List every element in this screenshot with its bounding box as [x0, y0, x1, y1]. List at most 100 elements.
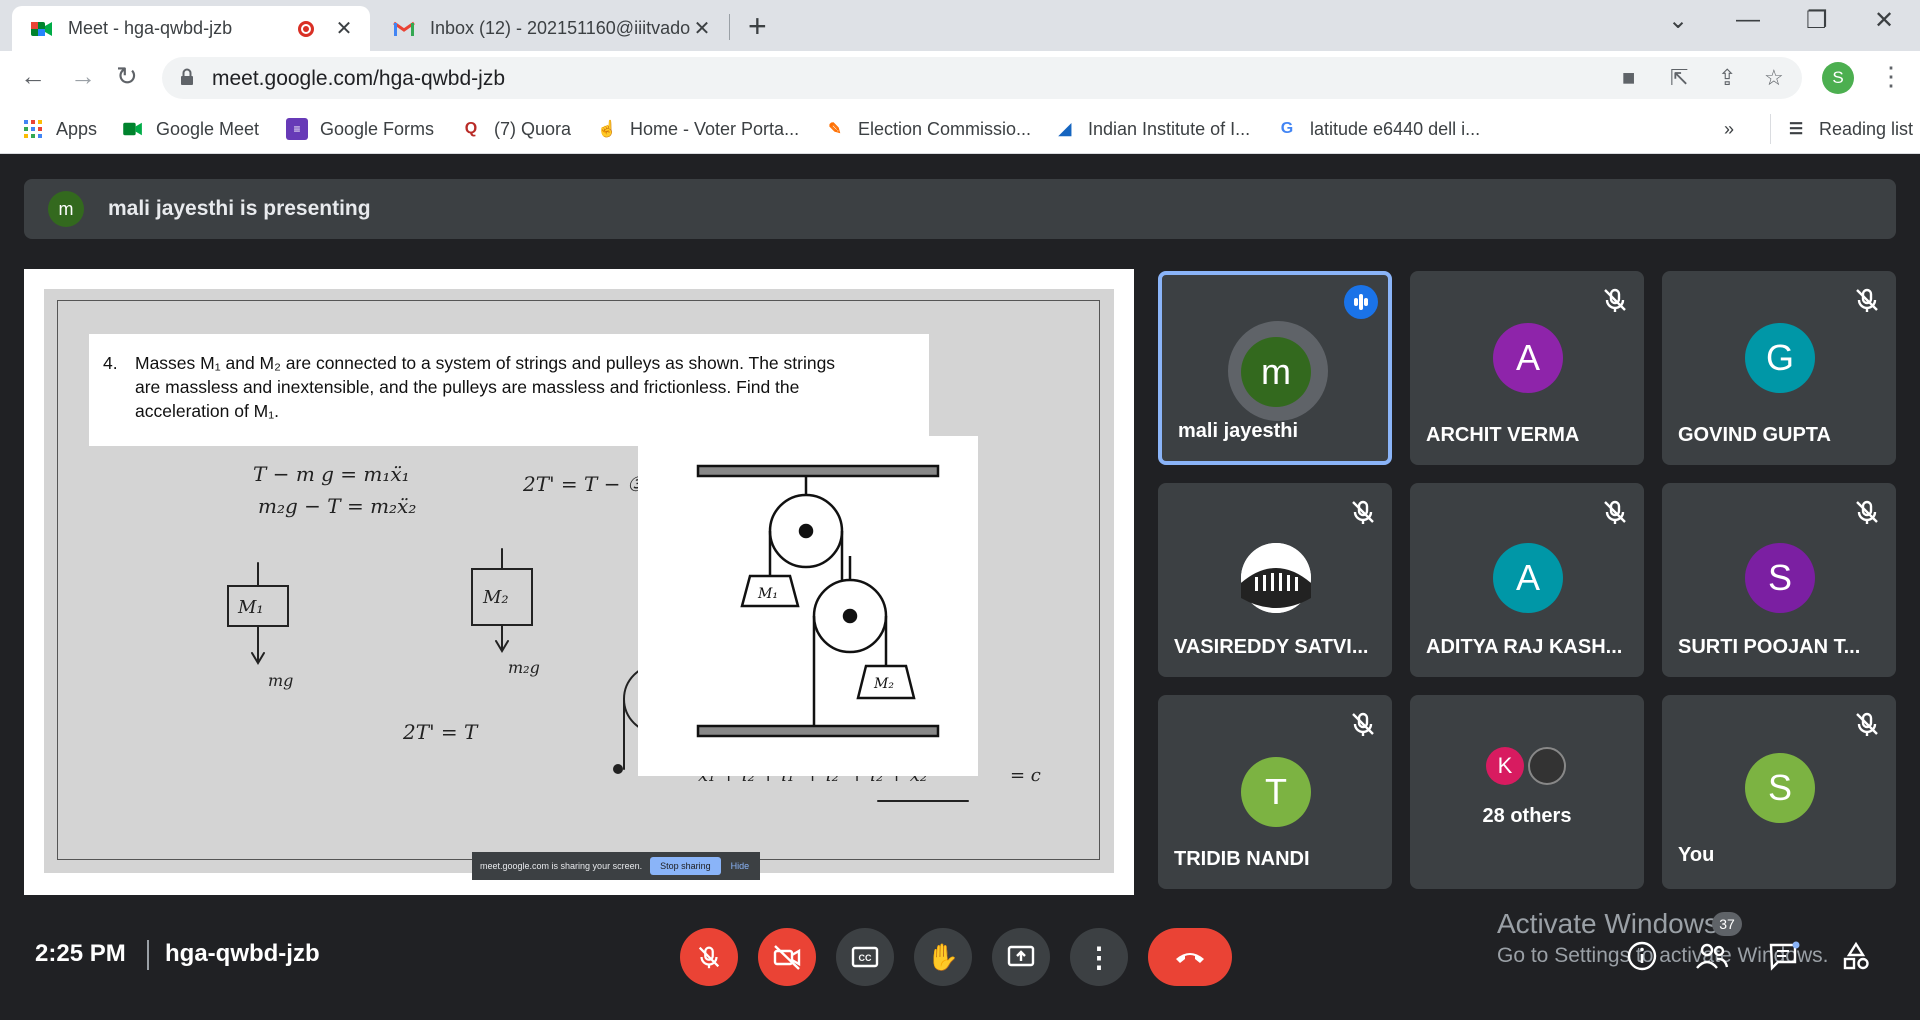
- tab-title: Meet - hga-qwbd-jzb: [68, 18, 233, 38]
- meeting-details-button[interactable]: [1622, 936, 1662, 976]
- svg-text:M₂: M₂: [873, 676, 894, 692]
- svg-text:M₁: M₁: [237, 597, 264, 618]
- camera-icon[interactable]: ■: [1622, 65, 1635, 91]
- bookmarks-overflow-button[interactable]: »: [1724, 114, 1734, 144]
- captions-button[interactable]: CC: [836, 928, 894, 986]
- camera-toggle-button[interactable]: [758, 928, 816, 986]
- close-tab-icon[interactable]: ✕: [332, 16, 356, 41]
- more-vert-icon: ⋮: [1085, 941, 1113, 973]
- tab-gmail[interactable]: Inbox (12) - 202151160@iiitvado ✕: [378, 6, 728, 51]
- participant-name: ARCHIT VERMA: [1426, 424, 1580, 446]
- share-bar-text: meet.google.com is sharing your screen.: [480, 861, 643, 871]
- participant-tile[interactable]: S SURTI POOJAN T...: [1662, 483, 1896, 677]
- svg-text:2T' = T − ③: 2T' = T − ③: [522, 472, 646, 496]
- present-now-button[interactable]: [992, 928, 1050, 986]
- participant-tile[interactable]: A ADITYA RAJ KASH...: [1410, 483, 1644, 677]
- google-icon: G: [1280, 120, 1294, 137]
- profile-avatar[interactable]: S: [1822, 62, 1854, 94]
- svg-text:CC: CC: [859, 953, 872, 963]
- quora-icon: Q: [464, 120, 478, 137]
- svg-text:m₂g − T = m₂ẍ₂: m₂g − T = m₂ẍ₂: [258, 494, 416, 518]
- bookmark-voter-portal[interactable]: ☝ Home - Voter Porta...: [596, 114, 799, 144]
- svg-text:T − m g = m₁ẍ₁: T − m g = m₁ẍ₁: [253, 462, 410, 486]
- election-commission-icon: ✎: [828, 121, 842, 138]
- mic-muted-icon: [1604, 288, 1626, 312]
- activate-windows-title: Activate Windows: [1497, 908, 1718, 939]
- bookmark-label: Home - Voter Porta...: [630, 118, 800, 139]
- open-external-icon[interactable]: ⇱: [1670, 65, 1688, 91]
- participant-tile[interactable]: A ARCHIT VERMA: [1410, 271, 1644, 465]
- info-icon: [1627, 941, 1657, 971]
- participant-tile[interactable]: T TRIDIB NANDI: [1158, 695, 1392, 889]
- participant-name: mali jayesthi: [1178, 420, 1299, 442]
- new-tab-button[interactable]: +: [748, 8, 767, 45]
- bookmark-indian-institute[interactable]: ◢ Indian Institute of I...: [1054, 114, 1250, 144]
- bookmark-label: Indian Institute of I...: [1088, 118, 1251, 139]
- tab-strip: Meet - hga-qwbd-jzb ✕ Inbox (12) - 20215…: [0, 0, 1920, 51]
- activities-button[interactable]: [1836, 936, 1876, 976]
- bookmark-google-forms[interactable]: ≡ Google Forms: [286, 114, 434, 144]
- close-window-button[interactable]: ✕: [1874, 6, 1894, 35]
- participants-button[interactable]: [1692, 936, 1732, 976]
- share-icon[interactable]: ⇪: [1718, 65, 1736, 91]
- participant-name: ADITYA RAJ KASH...: [1426, 636, 1623, 658]
- gmail-icon: [392, 17, 416, 41]
- tab-search-icon[interactable]: ⌄: [1668, 6, 1688, 35]
- participant-name: VASIREDDY SATVI...: [1174, 636, 1369, 658]
- closed-captions-icon: CC: [851, 946, 879, 968]
- shared-screen[interactable]: 4. Masses M₁ and M₂ are connected to a s…: [24, 269, 1134, 895]
- bookmark-apps[interactable]: Apps: [22, 114, 97, 144]
- bookmark-election-commission[interactable]: ✎ Election Commissio...: [824, 114, 1031, 144]
- avatar: S: [1745, 753, 1815, 823]
- presenting-banner: m mali jayesthi is presenting: [24, 179, 1896, 239]
- lock-icon: [181, 68, 193, 85]
- screen-share-bar: meet.google.com is sharing your screen. …: [472, 852, 760, 880]
- address-bar[interactable]: meet.google.com/hga-qwbd-jzb ■ ⇱ ⇪ ☆: [162, 57, 1802, 99]
- participant-name: You: [1678, 844, 1715, 866]
- bookmark-quora[interactable]: Q (7) Quora: [460, 114, 571, 144]
- browser-toolbar: ← → ↻ meet.google.com/hga-qwbd-jzb ■ ⇱ ⇪…: [0, 51, 1920, 106]
- bookmark-label: (7) Quora: [494, 118, 572, 139]
- participant-tile[interactable]: G GOVIND GUPTA: [1662, 271, 1896, 465]
- presenting-text: mali jayesthi is presenting: [108, 197, 371, 220]
- mic-muted-icon: [1856, 712, 1878, 736]
- restore-button[interactable]: ❐: [1806, 6, 1828, 35]
- back-button[interactable]: ←: [20, 61, 46, 92]
- mic-muted-icon: [1604, 500, 1626, 524]
- participant-tile[interactable]: m mali jayesthi: [1158, 271, 1392, 465]
- tab-meet[interactable]: Meet - hga-qwbd-jzb ✕: [12, 6, 370, 51]
- svg-text:m₂g: m₂g: [508, 658, 540, 677]
- avatar: [1241, 543, 1311, 613]
- chat-button[interactable]: [1764, 936, 1804, 976]
- institute-icon: ◢: [1058, 121, 1072, 138]
- activities-icon: [1843, 941, 1869, 970]
- reading-list-button[interactable]: ☰ Reading list: [1770, 114, 1913, 144]
- forward-button[interactable]: →: [70, 61, 96, 92]
- people-icon: [1696, 943, 1729, 969]
- others-tile[interactable]: K 28 others: [1410, 695, 1644, 889]
- stop-sharing-button[interactable]: Stop sharing: [650, 857, 721, 875]
- leave-call-button[interactable]: [1148, 928, 1232, 986]
- participant-tile[interactable]: VASIREDDY SATVI...: [1158, 483, 1392, 677]
- meet-content: m mali jayesthi is presenting 4. Masses …: [0, 155, 1920, 1020]
- bookmark-google-meet[interactable]: Google Meet: [122, 114, 259, 144]
- reload-button[interactable]: ↻: [116, 61, 138, 92]
- microphone-toggle-button[interactable]: [680, 928, 738, 986]
- bookmark-label: Apps: [56, 118, 98, 139]
- presentation-slide: 4. Masses M₁ and M₂ are connected to a s…: [44, 289, 1114, 880]
- avatar: A: [1493, 323, 1563, 393]
- hide-share-bar-button[interactable]: Hide: [731, 861, 750, 871]
- bookmark-latitude[interactable]: G latitude e6440 dell i...: [1276, 114, 1480, 144]
- avatar: T: [1241, 757, 1311, 827]
- self-tile[interactable]: S You: [1662, 695, 1896, 889]
- presenter-avatar: m: [48, 191, 84, 227]
- bookmark-star-icon[interactable]: ☆: [1764, 65, 1784, 91]
- bookmark-label: latitude e6440 dell i...: [1310, 118, 1481, 139]
- chrome-menu-icon[interactable]: ⋮: [1878, 61, 1904, 92]
- more-options-button[interactable]: ⋮: [1070, 928, 1128, 986]
- avatar: S: [1745, 543, 1815, 613]
- raise-hand-button[interactable]: ✋: [914, 928, 972, 986]
- mic-off-icon: [698, 946, 720, 969]
- minimize-button[interactable]: —: [1736, 6, 1760, 34]
- close-tab-icon[interactable]: ✕: [690, 16, 714, 41]
